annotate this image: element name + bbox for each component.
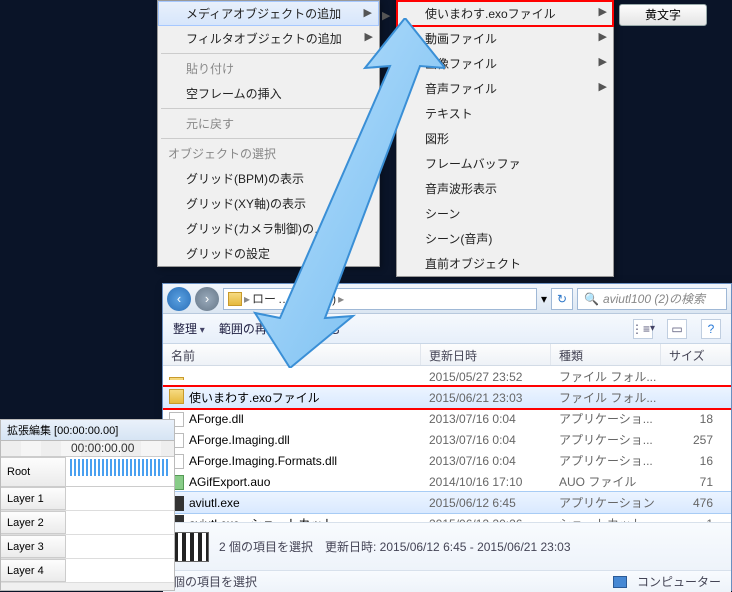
menu-item: 元に戻す xyxy=(158,111,379,136)
chevron-right-icon: ▶ xyxy=(599,30,607,43)
chevron-right-icon: ▶ xyxy=(599,5,607,18)
context-menu-main[interactable]: メディアオブジェクトの追加▶フィルタオブジェクトの追加▶ 貼り付け空フレームの挿入… xyxy=(157,0,380,267)
table-row[interactable]: AGifExport.auo2014/10/16 17:10AUO ファイル71 xyxy=(163,471,731,492)
menu-item: オブジェクトの選択 xyxy=(158,141,379,166)
column-headers[interactable]: 名前 更新日時 種類 サイズ xyxy=(163,344,731,366)
menu-item[interactable]: 使いまわす.exoファイル▶ xyxy=(397,1,613,26)
computer-icon xyxy=(613,576,627,588)
root-track[interactable] xyxy=(66,457,174,487)
menu-item[interactable]: テキスト xyxy=(397,101,613,126)
col-date[interactable]: 更新日時 xyxy=(421,344,551,365)
preview-pane-button[interactable]: ▭ xyxy=(667,319,687,339)
chevron-right-icon: ▶ xyxy=(599,80,607,93)
back-button[interactable]: ‹ xyxy=(167,287,191,311)
layer-label[interactable]: Layer 1 xyxy=(1,487,66,510)
crumb-part[interactable]: tl100 (2) xyxy=(292,292,336,306)
refresh-button[interactable]: ↻ xyxy=(551,288,573,310)
menu-item[interactable]: フィルタオブジェクトの追加▶ xyxy=(158,26,379,51)
menu-item: 貼り付け xyxy=(158,56,379,81)
toolbar: 整理 範囲の再生 書き込む ⋮≡ ▭ ? xyxy=(163,314,731,344)
menu-item[interactable]: グリッドの設定 xyxy=(158,241,379,266)
menu-item[interactable]: シーン xyxy=(397,201,613,226)
chevron-right-icon: ▶ xyxy=(365,30,373,43)
timeline-panel: 拡張編集 [00:00:00.00] 00:00:00.00 Root Laye… xyxy=(0,419,175,591)
layer-label[interactable]: Layer 4 xyxy=(1,559,66,582)
address-bar: ‹ › ▸ ロー … tl100 (2) ▸ ▾ ↻ 🔍 aviutl100 (… xyxy=(163,284,731,314)
details-pane: 2 個の項目を選択 更新日時: 2015/06/12 6:45 - 2015/0… xyxy=(163,522,731,570)
file-list[interactable]: 2015/05/27 23:52ファイル フォル...使いまわす.exoファイル… xyxy=(163,366,731,522)
menu-item[interactable]: 画像ファイル▶ xyxy=(397,51,613,76)
submenu-arrow: ▶ xyxy=(382,9,390,22)
table-row[interactable]: 2015/05/27 23:52ファイル フォル... xyxy=(163,366,731,387)
menu-item[interactable]: フレームバッファ xyxy=(397,151,613,176)
menu-item[interactable]: 空フレームの挿入 xyxy=(158,81,379,106)
computer-label: コンピューター xyxy=(637,573,721,590)
menu-item[interactable]: 図形 xyxy=(397,126,613,151)
menu-item[interactable]: グリッド(カメラ制御)の… xyxy=(158,216,379,241)
status-bar: 個の項目を選択 コンピューター xyxy=(163,570,731,592)
table-row[interactable]: 使いまわす.exoファイル2015/06/21 23:03ファイル フォル... xyxy=(163,387,731,408)
folder-icon xyxy=(169,377,184,380)
table-row[interactable]: AForge.Imaging.Formats.dll2013/07/16 0:0… xyxy=(163,450,731,471)
crumb-part[interactable]: ロー xyxy=(252,290,276,307)
breadcrumb[interactable]: ▸ ロー … tl100 (2) ▸ xyxy=(223,288,537,310)
root-track-label[interactable]: Root xyxy=(1,457,66,487)
chevron-right-icon: ▶ xyxy=(364,6,372,19)
status-count: 個の項目を選択 xyxy=(173,573,257,590)
menu-item[interactable]: 直前オブジェクト xyxy=(397,251,613,276)
menu-item[interactable]: グリッド(XY軸)の表示 xyxy=(158,191,379,216)
timeline-title: 拡張編集 [00:00:00.00] xyxy=(1,420,174,441)
col-type[interactable]: 種類 xyxy=(551,344,661,365)
yellow-text-button[interactable]: 黄文字 xyxy=(619,4,707,26)
menu-item[interactable]: 音声波形表示 xyxy=(397,176,613,201)
crumb-dropdown[interactable]: ▾ xyxy=(541,292,547,306)
menu-item[interactable]: 音声ファイル▶ xyxy=(397,76,613,101)
menu-item[interactable]: グリッド(BPM)の表示 xyxy=(158,166,379,191)
view-menu[interactable]: ⋮≡ xyxy=(633,319,653,339)
table-row[interactable]: aviutl.exe2015/06/12 6:45アプリケーション476 xyxy=(163,492,731,513)
layer-label[interactable]: Layer 3 xyxy=(1,535,66,558)
table-row[interactable]: AForge.dll2013/07/16 0:04アプリケーショ...18 xyxy=(163,408,731,429)
menu-item[interactable]: メディアオブジェクトの追加▶ xyxy=(158,1,379,26)
table-row[interactable]: aviutl.exe - ショートカット2015/06/12 20:26ショート… xyxy=(163,513,731,522)
menu-item[interactable]: 動画ファイル▶ xyxy=(397,26,613,51)
explorer-window: ‹ › ▸ ロー … tl100 (2) ▸ ▾ ↻ 🔍 aviutl100 (… xyxy=(162,283,732,591)
col-name[interactable]: 名前 xyxy=(163,344,421,365)
context-submenu-media[interactable]: 使いまわす.exoファイル▶動画ファイル▶画像ファイル▶音声ファイル▶テキスト図… xyxy=(396,0,614,277)
help-button[interactable]: ? xyxy=(701,319,721,339)
status-text: 2 個の項目を選択 更新日時: 2015/06/12 6:45 - 2015/0… xyxy=(219,538,571,555)
chevron-right-icon: ▶ xyxy=(599,55,607,68)
folder-icon xyxy=(228,292,242,306)
search-icon: 🔍 xyxy=(584,292,599,306)
layer-label[interactable]: Layer 2 xyxy=(1,511,66,534)
film-icon xyxy=(173,532,209,562)
col-size[interactable]: サイズ xyxy=(661,344,731,365)
search-input[interactable]: 🔍 aviutl100 (2)の検索 xyxy=(577,288,727,310)
replay-button[interactable]: 範囲の再生 xyxy=(219,320,279,337)
organize-menu[interactable]: 整理 xyxy=(173,320,205,337)
folder-icon xyxy=(169,389,184,404)
table-row[interactable]: AForge.Imaging.dll2013/07/16 0:04アプリケーショ… xyxy=(163,429,731,450)
forward-button[interactable]: › xyxy=(195,287,219,311)
write-button[interactable]: 書き込む xyxy=(293,320,341,337)
timeline-ruler[interactable]: 00:00:00.00 xyxy=(1,441,174,457)
menu-item[interactable]: シーン(音声) xyxy=(397,226,613,251)
